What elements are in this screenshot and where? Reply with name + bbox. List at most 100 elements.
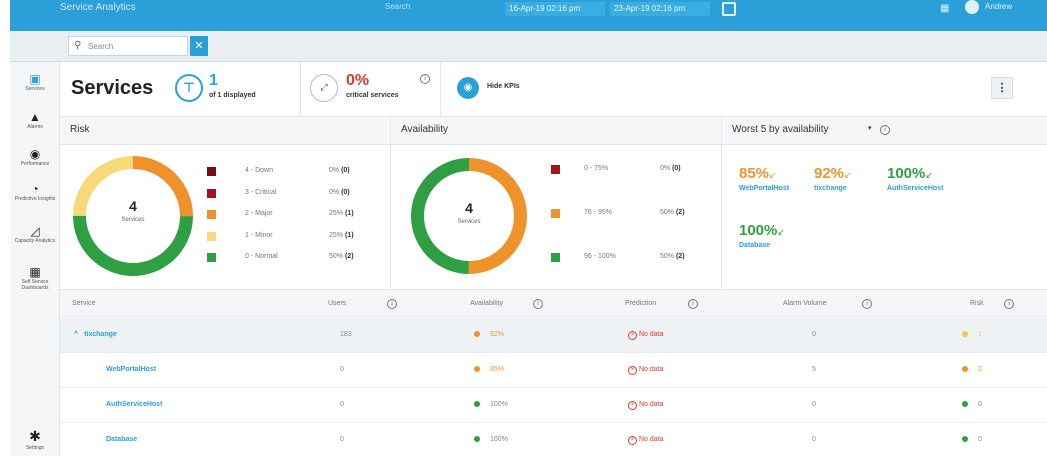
col-alarm-volume[interactable]: Alarm Volume (783, 300, 827, 307)
divider (390, 117, 391, 289)
clear-search-button[interactable]: ✕ (190, 36, 208, 56)
displayed-count: 1 (209, 72, 218, 89)
service-name[interactable]: AuthServiceHost (106, 401, 162, 408)
service-label[interactable]: Database (106, 436, 137, 443)
availability-pct: 100% (490, 401, 508, 408)
apps-grid-icon[interactable]: ▦ (940, 3, 949, 14)
col-risk[interactable]: Risk (970, 300, 984, 307)
table-row[interactable]: Database 0 100% × No data 0 0 (60, 423, 1047, 456)
risk-legend-name: 2 - Major (245, 210, 273, 217)
worst-item-host[interactable]: WebPortalHost (739, 185, 789, 192)
dashboards-icon: ▦ (29, 265, 41, 279)
info-icon[interactable]: i (862, 299, 872, 309)
availability-legend-name: 0 - 75% (584, 165, 609, 172)
info-icon[interactable]: i (880, 125, 890, 135)
risk-legend-count: (0) (341, 167, 350, 174)
service-search-input[interactable]: ⚲ Search (68, 36, 188, 56)
status-dot-icon (474, 366, 480, 373)
availability-legend-value: 0% (0) (660, 165, 681, 172)
chevron-down-icon[interactable]: ▾ (868, 124, 872, 132)
col-service[interactable]: Service (72, 300, 95, 307)
availability-legend-row: 0 - 75% 0% (0) (551, 165, 711, 175)
service-name[interactable]: Database (106, 436, 137, 443)
filter-bar: ⚲ Search ✕ (10, 31, 1047, 62)
risk-total: 4 (129, 198, 137, 214)
prediction-value: × No data (628, 436, 664, 445)
global-search-input[interactable]: Search (385, 2, 485, 14)
col-availability[interactable]: Availability (470, 300, 503, 307)
page-title: Services (71, 77, 154, 99)
sidebar-item-predictive-insights[interactable]: ◔ Predictive Insights (10, 182, 60, 202)
calendar-icon[interactable] (722, 2, 736, 16)
availability-pct: 85% (490, 366, 505, 373)
worst-item[interactable]: 100%↙ AuthServiceHost (887, 165, 943, 192)
col-users[interactable]: Users (328, 300, 346, 307)
user-name[interactable]: Andrew (985, 2, 1012, 11)
risk-legend-row: 4 - Down 0% (0) (207, 167, 367, 177)
more-options-button[interactable]: ⋮ (991, 77, 1013, 99)
service-name[interactable]: ^ tixchange (74, 331, 117, 338)
prediction-value: × No data (628, 366, 664, 375)
service-label[interactable]: tixchange (84, 331, 117, 338)
worst-panel-title: Worst 5 by availability (732, 124, 829, 135)
risk-legend-value: 25% (1) (329, 210, 354, 217)
worst-item-host[interactable]: Database (739, 242, 785, 249)
trend-arrow-icon: ↙ (777, 227, 785, 237)
date-to-field[interactable]: 23-Apr-19 02:16 pm (610, 2, 710, 16)
info-icon[interactable]: i (533, 299, 543, 309)
chevron-up-icon[interactable]: ^ (74, 331, 78, 338)
performance-icon: ◉ (29, 147, 41, 161)
info-icon[interactable]: i (420, 74, 430, 84)
table-row[interactable]: WebPortalHost 0 85% × No data 5 2 (60, 353, 1047, 388)
prediction-value: × No data (628, 401, 664, 410)
availability-pct: 100% (490, 436, 508, 443)
worst-item[interactable]: 92%↙ tixchange (814, 165, 852, 192)
hide-kpis-label: Hide KPIs (487, 83, 520, 90)
service-name[interactable]: WebPortalHost (106, 366, 156, 373)
sidebar-item-services[interactable]: ▣ Services (10, 72, 60, 92)
sidebar-item-capacity-analytics[interactable]: ◿ Capacity Analytics (10, 224, 60, 244)
risk-legend-count: (1) (344, 231, 354, 239)
displayed-label: of 1 displayed (209, 92, 256, 99)
risk-total-label: Services (121, 217, 145, 223)
availability-legend-count: (0) (672, 165, 681, 172)
users-value: 183 (340, 331, 352, 338)
worst-item-host[interactable]: tixchange (814, 185, 852, 192)
no-data-icon: × (628, 436, 637, 445)
risk-value: 1 (962, 331, 982, 338)
info-icon[interactable]: i (387, 299, 397, 309)
info-icon[interactable]: i (688, 299, 698, 309)
sidebar-item-dashboards[interactable]: ▦ Self Service Dashboards (10, 265, 60, 291)
worst-item[interactable]: 85%↙ WebPortalHost (739, 165, 789, 192)
table-row[interactable]: AuthServiceHost 0 100% × No data 0 0 (60, 388, 1047, 423)
sidebar-item-performance[interactable]: ◉ Performance (10, 147, 60, 167)
info-icon[interactable]: i (1004, 299, 1014, 309)
prediction-label: No data (639, 331, 664, 338)
alarm-volume-value: 5 (812, 366, 816, 373)
service-label[interactable]: AuthServiceHost (106, 401, 162, 408)
worst-panel-header: Worst 5 by availability ▾ i (722, 117, 1047, 145)
avatar[interactable] (965, 0, 979, 14)
no-data-icon: × (628, 366, 637, 375)
risk-legend-row: 2 - Major 25% (1) (207, 210, 367, 220)
table-row[interactable]: ^ tixchange 183 92% × No data 0 1 (60, 318, 1047, 353)
page-header: Services ⊤ 1 of 1 displayed ⤢ 0% critica… (60, 62, 1047, 117)
risk-legend-swatch (207, 231, 216, 241)
sidebar-item-alarms[interactable]: ▲ Alarms (10, 110, 60, 130)
risk-level: 2 (978, 366, 982, 373)
availability-legend-pct: 50% (660, 253, 675, 260)
risk-level: 1 (978, 331, 982, 338)
worst-item[interactable]: 100%↙ Database (739, 222, 785, 249)
sidebar-item-settings[interactable]: ✱ Settings (10, 428, 60, 451)
status-dot-icon (962, 401, 968, 408)
sidebar-item-label: Alarms (27, 124, 43, 130)
worst-item-pct: 100% (887, 165, 926, 182)
availability-legend-name: 96 - 100% (584, 253, 616, 260)
worst-item-host[interactable]: AuthServiceHost (887, 185, 943, 192)
service-label[interactable]: WebPortalHost (106, 366, 156, 373)
risk-legend-name: 0 - Normal (245, 253, 278, 260)
date-from-field[interactable]: 16-Apr-19 02:16 pm (505, 2, 605, 16)
risk-legend-name: 1 - Minor (245, 231, 273, 239)
trend-arrow-icon: ↙ (925, 170, 933, 180)
col-prediction[interactable]: Prediction (625, 300, 656, 307)
